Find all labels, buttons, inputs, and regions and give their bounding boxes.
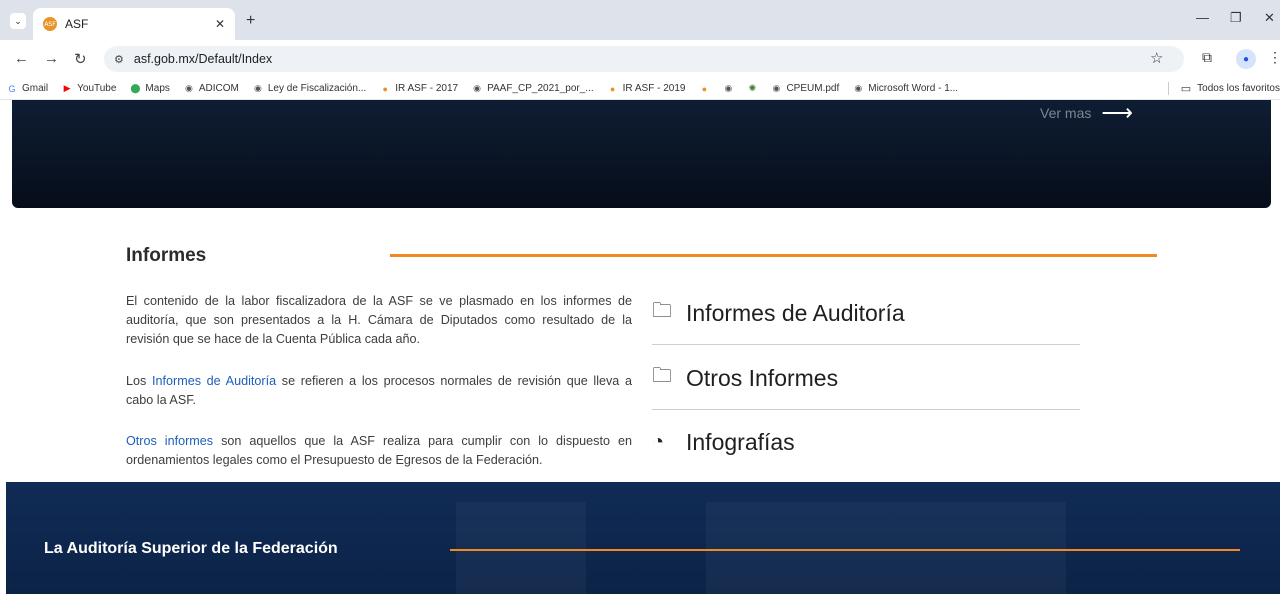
folder-icon: 🗀 [652,365,672,387]
tab-strip: ⌄ ASF ASF ✕ + — ❐ ✕ [0,0,1280,40]
bookmark-item[interactable]: ✺ [746,83,762,95]
intro-paragraph: El contenido de la labor fiscalizadora d… [126,294,632,346]
globe-icon: ◉ [772,83,781,93]
footer-background-building [456,502,586,594]
bookmark-item[interactable]: ◉ Ley de Fiscalización... [252,83,366,95]
folder-icon: 🗀 [652,300,672,322]
bookmark-star-icon[interactable]: ☆ [1150,49,1163,67]
bookmark-item[interactable]: ▶ YouTube [61,83,117,95]
hero-banner: Ver mas ⟶ [12,100,1271,208]
informes-de-auditoria-link[interactable]: 🗀 Informes de Auditoría [652,285,1080,341]
bookmark-label: PAAF_CP_2021_por_... [487,83,594,94]
section-title: Informes [126,245,207,266]
globe-icon: ◉ [724,83,733,93]
browser-tab[interactable]: ASF ASF ✕ [33,8,235,40]
section-title-underline [390,254,1157,257]
bookmark-item[interactable]: ◉ Microsoft Word - 1... [852,83,958,95]
bookmark-item[interactable]: ◉ CPEUM.pdf [770,83,840,95]
bookmark-item[interactable]: ◉ [722,83,738,95]
paragraph-text: Los [126,374,152,388]
other-reports-paragraph: Otros informes son aquellos que la ASF r… [126,432,632,470]
bookmarks-bar: G Gmail ▶ YouTube ⬤ Maps ◉ ADICOM ◉ Ley de Fiscal… [0,78,1280,100]
bookmark-label: IR ASF - 2017 [395,83,459,94]
bookmark-label: Microsoft Word - 1... [868,83,959,94]
footer-section: La Auditoría Superior de la Federación [6,482,1280,594]
globe-icon: ◉ [184,83,193,93]
report-link-label: Infografías [686,428,795,455]
bookmark-label: IR ASF - 2019 [622,83,686,94]
footer-title-underline [450,549,1240,551]
reload-button[interactable]: ↻ [74,50,87,68]
profile-avatar[interactable]: ● [1236,49,1256,69]
asf-icon: ● [701,83,708,94]
audit-reports-inline-link[interactable]: Informes de Auditoría [152,374,276,388]
address-bar[interactable]: ⚙ asf.gob.mx/Default/Index [104,46,1184,72]
divider [652,409,1080,410]
globe-icon: ◉ [253,83,262,93]
globe-icon: ◉ [473,83,481,93]
maps-icon: ⬤ [130,83,141,93]
audit-reports-paragraph: Los Informes de Auditoría se refieren a … [126,372,632,410]
other-reports-inline-link[interactable]: Otros informes [126,434,213,448]
arrow-right-icon: ⟶ [1101,100,1133,125]
gmail-icon: G [8,83,16,94]
footer-title: La Auditoría Superior de la Federación [44,540,338,557]
browser-menu-icon[interactable]: ⋮ [1268,49,1280,66]
close-tab-icon[interactable]: ✕ [215,17,225,31]
asf-icon: ● [382,83,388,94]
back-button[interactable]: ← [14,50,29,67]
ver-mas-label: Ver mas [1040,105,1092,121]
site-info-icon[interactable]: ⚙ [114,53,124,66]
bookmark-label: YouTube [77,83,117,94]
otros-informes-link[interactable]: 🗀 Otros Informes [652,350,1080,406]
report-link-label: Informes de Auditoría [686,299,905,326]
address-url: asf.gob.mx/Default/Index [133,52,273,66]
tab-search-button[interactable]: ⌄ [10,13,26,29]
bookmark-item[interactable]: ● [698,83,714,95]
bookmark-item[interactable]: ● IR ASF - 2019 [607,83,686,95]
minimize-button[interactable]: — [1196,10,1209,25]
bookmark-label: CPEUM.pdf [786,83,840,94]
divider [652,344,1080,345]
all-bookmarks-folder[interactable]: ▭ Todos los favoritos [1167,82,1280,95]
bookmark-item[interactable]: ⬤ Maps [129,83,170,95]
new-tab-button[interactable]: + [246,12,255,30]
ver-mas-link[interactable]: Ver mas ⟶ [1040,100,1133,126]
page-content: Ver mas ⟶ Informes El contenido de la la… [0,100,1280,594]
maximize-button[interactable]: ❐ [1230,10,1242,26]
bookmark-label: Ley de Fiscalización... [267,83,367,94]
footer-background-building [706,502,1066,594]
bookmark-item[interactable]: G Gmail [6,83,48,95]
asf-icon: ● [609,83,616,94]
globe-icon: ◉ [854,83,863,93]
forward-button[interactable]: → [44,50,59,67]
bookmark-item[interactable]: ● IR ASF - 2017 [379,83,459,95]
all-bookmarks-label: Todos los favoritos [1197,83,1280,94]
bookmark-label: Gmail [22,83,49,94]
infografias-link[interactable]: ◔ Infografías [652,414,1080,470]
tab-title: ASF [65,17,89,31]
bookmark-item[interactable]: ◉ ADICOM [183,83,239,95]
youtube-icon: ▶ [63,83,71,93]
browser-toolbar: ← → ↻ ⚙ asf.gob.mx/Default/Index ☆ ⧉ ● ⋮ [0,40,1280,78]
asf-favicon-icon: ASF [43,17,57,31]
report-link-label: Otros Informes [686,364,839,391]
bookmark-label: ADICOM [198,83,239,94]
bookmark-item[interactable]: ◉ PAAF_CP_2021_por_... [471,83,594,95]
extensions-icon[interactable]: ⧉ [1202,49,1212,66]
close-window-button[interactable]: ✕ [1264,10,1275,26]
pie-chart-icon: ◔ [652,430,665,453]
folder-icon: ▭ [1180,83,1192,95]
seal-icon: ✺ [748,83,757,93]
bookmark-label: Maps [145,83,170,94]
